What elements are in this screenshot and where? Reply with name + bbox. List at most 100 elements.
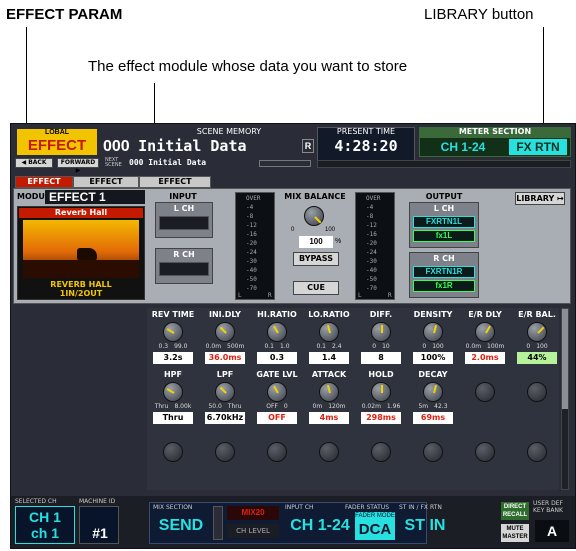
output-meter-r: R <box>388 292 392 299</box>
param-r1-3-min: 0.1 <box>316 343 326 350</box>
param-r2-3-range: 0m 120m <box>305 403 353 410</box>
param-r1-1-max: 500m <box>227 343 245 350</box>
param-r2-4-knob[interactable] <box>371 382 391 402</box>
param-r2-3-value[interactable]: 4ms <box>309 412 349 424</box>
param-r1-7-knob[interactable] <box>527 322 547 342</box>
st-in-label: ST IN / FX RTN <box>399 504 442 511</box>
output-lch-label: L CH <box>433 204 455 213</box>
parameter-scrollbar[interactable] <box>561 308 569 490</box>
input-rch-label: R CH <box>173 250 195 259</box>
present-time: 4:28:20 <box>334 137 398 155</box>
param-r2-2-knob-indicator <box>273 385 279 394</box>
param-r1-6-knob[interactable] <box>475 322 495 342</box>
empty-knob <box>527 382 547 402</box>
st-in-button[interactable]: ST IN <box>387 514 463 538</box>
empty-knob <box>319 442 339 462</box>
input-meter-tick: -24 <box>246 249 257 256</box>
param-r2-1-min: 50.0 <box>208 403 222 410</box>
param-r2-1-value[interactable]: 6.70kHz <box>205 412 245 424</box>
param-r2-4-value[interactable]: 298ms <box>361 412 401 424</box>
param-r2-4-max: 1.96 <box>386 403 401 410</box>
param-r2-3-min: 0m <box>312 403 323 410</box>
param-r1-6-min: 0.0m <box>465 343 482 350</box>
user-def-bank[interactable]: A <box>535 520 569 542</box>
input-ch-button[interactable]: CH 1-24 <box>285 514 355 538</box>
effect-image <box>23 220 139 278</box>
forward-button[interactable]: FORWARD ▶ <box>57 158 99 174</box>
param-r1-4-knob[interactable] <box>371 322 391 342</box>
param-r1-6-value[interactable]: 2.0ms <box>465 352 505 364</box>
next-scene-name: Initial Data <box>148 158 207 167</box>
param-r2-4-min: 0.02m <box>361 403 381 410</box>
param-r1-1-min: 0.0m <box>205 343 222 350</box>
param-r1-5-knob[interactable] <box>423 322 443 342</box>
scene-memory-display[interactable]: 000 Initial Data <box>103 137 313 157</box>
param-r1-4-min: 0 <box>372 343 377 350</box>
param-r1-1-knob[interactable] <box>215 322 235 342</box>
global-label: LOBAL <box>17 129 97 137</box>
param-r1-4-value[interactable]: 8 <box>361 352 401 364</box>
output-lch-port[interactable]: fx1L <box>413 230 475 242</box>
selected-ch-box[interactable]: CH 1 ch 1 <box>15 506 75 544</box>
empty-knob <box>423 442 443 462</box>
param-r2-4-range: 0.02m 1.96 <box>357 403 405 410</box>
user-def-label: USER DEF KEY BANK <box>533 500 563 514</box>
param-r1-7-label: E/R BAL. <box>518 310 556 319</box>
mix-send-button[interactable]: SEND <box>153 512 209 540</box>
param-r1-3-value[interactable]: 1.4 <box>309 352 349 364</box>
mix-balance-min: 0 <box>291 227 295 233</box>
bypass-button[interactable]: BYPASS <box>293 252 339 266</box>
output-lch-assign[interactable]: FXRTN1L <box>413 216 475 228</box>
machine-id-label: MACHINE ID <box>79 498 116 505</box>
module-selector[interactable]: EFFECT 1 <box>45 190 145 204</box>
param-r2-2-max: 0 <box>283 403 288 410</box>
cue-button[interactable]: CUE <box>293 281 339 295</box>
param-r2-5-knob[interactable] <box>423 382 443 402</box>
param-r1-2-knob[interactable] <box>267 322 287 342</box>
param-r1-7-value[interactable]: 44% <box>517 352 557 364</box>
param-r2-0-knob[interactable] <box>163 382 183 402</box>
param-r1-1-value[interactable]: 36.0ms <box>205 352 245 364</box>
param-r2-3-knob[interactable] <box>319 382 339 402</box>
output-rch-port[interactable]: fx1R <box>413 280 475 292</box>
next-scene-bar <box>259 160 311 167</box>
param-r1-0-value[interactable]: 3.2s <box>153 352 193 364</box>
mix-balance-knob[interactable] <box>304 206 324 226</box>
output-meter-tick: -4 <box>366 204 374 211</box>
parameter-scrollbar-thumb[interactable] <box>562 309 568 409</box>
output-rch-assign[interactable]: FXRTN1R <box>413 266 475 278</box>
present-time-label: PRESENT TIME <box>336 127 396 136</box>
param-r2-2-knob[interactable] <box>267 382 287 402</box>
meter-fx-rtn-button[interactable]: FX RTN <box>509 139 567 155</box>
param-r1-3-range: 0.1 2.4 <box>305 343 353 350</box>
param-r1-7-range: 0 100 <box>513 343 561 350</box>
input-rch-selector[interactable] <box>159 262 209 276</box>
tab-effect-library[interactable]: EFFECT LIBRARY <box>139 176 211 196</box>
direct-recall-button[interactable]: DIRECT RECALL <box>501 502 529 520</box>
param-r1-5-value[interactable]: 100% <box>413 352 453 364</box>
tab-effect-assign[interactable]: EFFECT ASSIGN <box>73 176 139 196</box>
mix-fader-icon <box>213 506 223 540</box>
input-lch-selector[interactable] <box>159 216 209 230</box>
param-r2-3-label: ATTACK <box>311 370 347 379</box>
param-r1-2-max: 1.0 <box>280 343 290 350</box>
library-button[interactable]: LIBRARY ↦ <box>515 192 565 205</box>
output-meter-l: L <box>358 292 362 299</box>
back-button[interactable]: ◀ BACK <box>15 158 53 168</box>
param-r2-1-max: Thru <box>227 403 242 410</box>
tab-effect-param[interactable]: EFFECT PARAM <box>15 176 73 196</box>
param-r2-1-knob[interactable] <box>215 382 235 402</box>
empty-knob <box>215 442 235 462</box>
param-r2-2-value[interactable]: OFF <box>257 412 297 424</box>
param-r1-0-knob[interactable] <box>163 322 183 342</box>
mute-master-button[interactable]: MUTE MASTER <box>501 524 529 542</box>
param-r1-3-knob[interactable] <box>319 322 339 342</box>
param-r2-0-value[interactable]: Thru <box>153 412 193 424</box>
screen-title: EFFECT <box>17 137 97 155</box>
scene-r-badge: R <box>302 139 314 153</box>
param-r1-2-value[interactable]: 0.3 <box>257 352 297 364</box>
param-r2-0-min: Thru <box>154 403 169 410</box>
meter-ch-button[interactable]: CH 1-24 <box>423 139 503 155</box>
param-r1-4-knob-indicator <box>381 325 383 333</box>
param-r2-5-value[interactable]: 69ms <box>413 412 453 424</box>
